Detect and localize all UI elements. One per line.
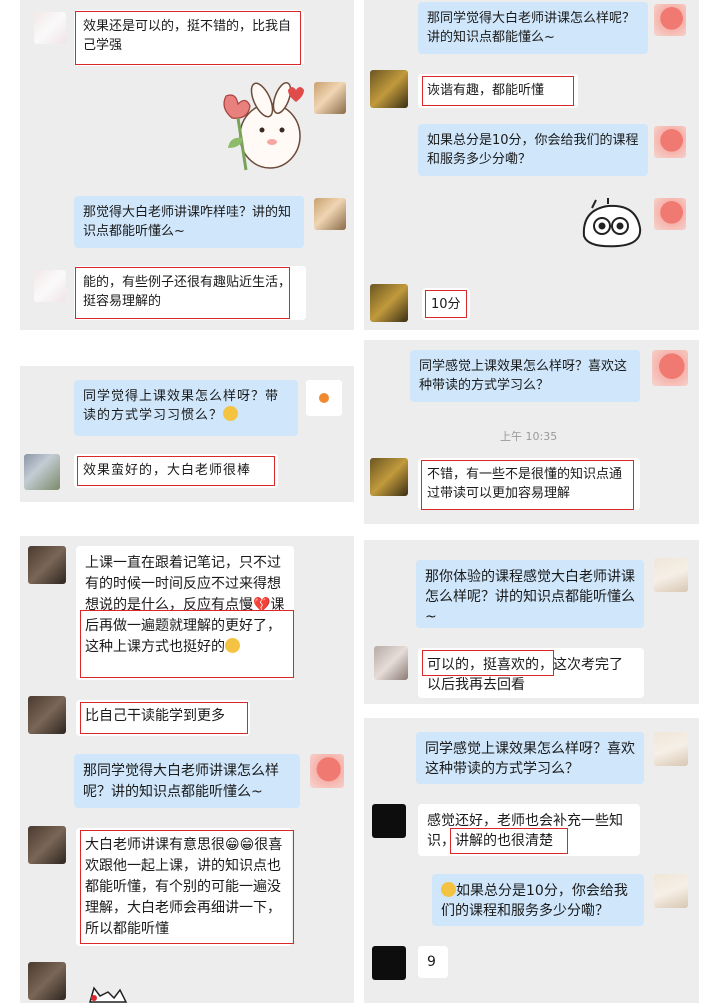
avatar-student[interactable] — [370, 70, 408, 108]
avatar-teacher[interactable] — [654, 874, 688, 908]
chat-panel-5: 上课一直在跟着记笔记，只不过有的时候一时间反应不过来得想想说的是什么，反应有点慢… — [20, 536, 354, 1003]
avatar-teacher[interactable] — [306, 380, 342, 416]
chat-message: 10分 — [422, 288, 470, 320]
chat-message: 可以的，挺喜欢的，这次考完了以后我再去回看 — [418, 648, 644, 698]
chat-message: 效果还是可以的，挺不错的，比我自己学强 — [74, 10, 304, 66]
sweat-emoji-icon — [225, 638, 240, 653]
avatar-teacher[interactable] — [654, 198, 686, 230]
avatar-teacher[interactable] — [652, 350, 688, 386]
chat-message: 那同学觉得大白老师讲课怎么样呢？讲的知识点都能听懂么~ — [74, 754, 300, 808]
chat-message: 那同学觉得大白老师讲课怎么样呢？讲的知识点都能懂么~ — [418, 2, 648, 54]
avatar-teacher[interactable] — [314, 82, 346, 114]
chat-message: 9 — [418, 946, 448, 978]
avatar-teacher[interactable] — [310, 754, 344, 788]
avatar-teacher[interactable] — [654, 732, 688, 766]
chat-panel-2: 那同学觉得大白老师讲课怎么样呢？讲的知识点都能懂么~ 诙谐有趣，都能听懂 如果总… — [364, 0, 699, 330]
avatar-student[interactable] — [28, 696, 66, 734]
avatar-student[interactable] — [372, 946, 406, 980]
smile-emoji-icon — [441, 882, 456, 897]
chat-message: 同学感觉上课效果怎么样呀？喜欢这种带读的方式学习么？ — [410, 350, 640, 402]
timestamp: 上午 10:35 — [500, 430, 558, 443]
chat-message: 上课一直在跟着记笔记，只不过有的时候一时间反应不过来得想想说的是什么，反应有点慢… — [76, 546, 294, 680]
avatar-teacher[interactable] — [654, 126, 686, 158]
cat-sticker — [89, 986, 128, 1003]
avatar-teacher[interactable] — [314, 198, 346, 230]
panda-sticker — [582, 198, 642, 248]
chat-panel-6: 那你体验的课程感觉大白老师讲课怎么样呢？讲的知识点都能听懂么~ 可以的，挺喜欢的… — [364, 540, 699, 704]
chat-panel-4: 同学感觉上课效果怎么样呀？喜欢这种带读的方式学习么？ 上午 10:35 不错，有… — [364, 340, 699, 524]
bunny-sticker — [223, 82, 304, 171]
avatar-student[interactable] — [370, 284, 408, 322]
chat-message: 感觉还好，老师也会补充一些知识，讲解的也很清楚 — [418, 804, 640, 856]
chat-message: 那觉得大白老师讲课咋样哇？讲的知识点都能听懂么~ — [74, 196, 304, 248]
avatar-student[interactable] — [374, 646, 408, 680]
avatar-student[interactable] — [24, 454, 60, 490]
thinking-emoji-icon — [223, 406, 239, 421]
avatar-student[interactable] — [28, 546, 66, 584]
avatar-student[interactable] — [28, 962, 66, 1000]
avatar-student[interactable] — [34, 12, 66, 44]
avatar-student[interactable] — [372, 804, 406, 838]
chat-message: 效果蛮好的，大白老师很棒 — [74, 454, 278, 488]
chat-message: 同学感觉上课效果怎么样呀？喜欢这种带读的方式学习么？ — [416, 732, 644, 784]
chat-message: 如果总分是10分，你会给我们的课程和服务多少分嘞？ — [418, 124, 648, 176]
avatar-student[interactable] — [28, 826, 66, 864]
chat-message: 比自己干读能学到更多 — [76, 700, 250, 736]
avatar-student[interactable] — [370, 458, 408, 496]
avatar-student[interactable] — [34, 270, 66, 302]
chat-message: 诙谐有趣，都能听懂 — [418, 74, 578, 108]
avatar-teacher[interactable] — [654, 4, 686, 36]
avatar-teacher[interactable] — [654, 558, 688, 592]
chat-panel-3: 同学觉得上课效果怎么样呀？带读的方式学习习惯么？ 效果蛮好的，大白老师很棒 — [20, 366, 354, 502]
chat-message: 能的，有些例子还很有趣贴近生活，挺容易理解的 — [74, 266, 306, 320]
chat-panel-7: 同学感觉上课效果怎么样呀？喜欢这种带读的方式学习么？ 感觉还好，老师也会补充一些… — [364, 718, 699, 1003]
chat-panel-1: 效果还是可以的，挺不错的，比我自己学强 那觉得大白老师讲课咋样哇？讲的知识点都能… — [20, 0, 354, 330]
chat-message: 不错，有一些不是很懂的知识点通过带读可以更加容易理解 — [418, 458, 640, 510]
chat-message: 如果总分是10分，你会给我们的课程和服务多少分嘞？ — [432, 874, 644, 926]
chat-message: 同学觉得上课效果怎么样呀？带读的方式学习习惯么？ — [74, 380, 298, 436]
chat-message: 大白老师讲课有意思很😁😁很喜欢跟他一起上课，讲的知识点也都能听懂，有个别的可能一… — [76, 828, 292, 946]
chat-message: 那你体验的课程感觉大白老师讲课怎么样呢？讲的知识点都能听懂么~ — [416, 560, 644, 628]
